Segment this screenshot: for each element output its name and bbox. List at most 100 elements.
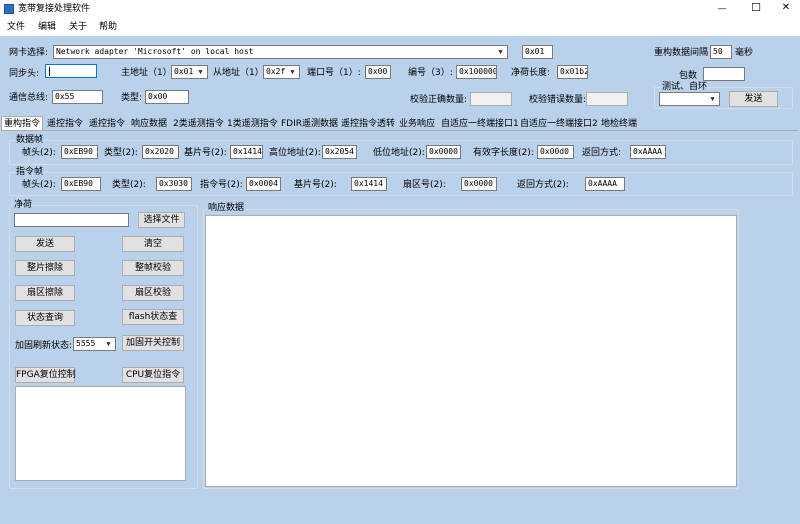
slave-addr-label: 从地址（1） bbox=[213, 68, 264, 78]
reinforce-select[interactable]: 5555 ▼ bbox=[73, 337, 116, 351]
payload-send-button[interactable]: 发送 bbox=[15, 236, 75, 252]
tab-reconstruct[interactable]: 重构指令 bbox=[1, 116, 44, 131]
code-field[interactable]: 0x100000 bbox=[456, 65, 497, 79]
type-field[interactable]: 0x00 bbox=[145, 90, 189, 104]
title-bar: 宽带复接处理软件 — ☐ ✕ bbox=[0, 0, 800, 18]
tab-remote-forward[interactable]: 遥控指令透转 bbox=[339, 117, 397, 131]
tab-remote-control-2[interactable]: 遥控指令 bbox=[87, 117, 127, 131]
flash-status-button[interactable]: flash状态查 bbox=[122, 309, 184, 325]
cf-chip-label: 基片号(2): bbox=[294, 180, 337, 190]
payload-file-field[interactable] bbox=[14, 213, 129, 227]
reinforce-switch-button[interactable]: 加固开关控制 bbox=[122, 335, 184, 351]
tab-class2-telemetry[interactable]: 2类遥测指令 bbox=[171, 117, 226, 131]
df-chip-label: 基片号(2): bbox=[184, 148, 227, 158]
cf-header-field[interactable]: 0xEB90 bbox=[61, 177, 101, 191]
df-return-field[interactable]: 0xAAAA bbox=[630, 145, 666, 159]
clear-button[interactable]: 清空 bbox=[122, 236, 184, 252]
cf-sector-label: 扇区号(2): bbox=[403, 180, 446, 190]
nic-hex-field[interactable]: 0x01 bbox=[522, 45, 553, 59]
minimize-icon[interactable]: — bbox=[712, 3, 732, 15]
cf-type-field[interactable]: 0x3030 bbox=[156, 177, 192, 191]
payload-title: 净荷 bbox=[13, 200, 34, 211]
cf-cmd-no-field[interactable]: 0x0004 bbox=[246, 177, 281, 191]
tab-service-response[interactable]: 业务响应 bbox=[397, 117, 437, 131]
df-type-label: 类型(2): bbox=[104, 148, 138, 158]
chevron-down-icon: ▼ bbox=[198, 68, 203, 76]
app-icon bbox=[4, 4, 14, 14]
port-label: 端口号（1）: bbox=[307, 68, 361, 78]
menu-edit[interactable]: 编辑 bbox=[38, 22, 56, 33]
menu-about[interactable]: 关于 bbox=[69, 22, 87, 33]
cf-header-label: 帧头(2): bbox=[22, 180, 56, 190]
cf-chip-field[interactable]: 0x1414 bbox=[351, 177, 387, 191]
payload-length-field[interactable]: 0x01b2 bbox=[557, 65, 588, 79]
ms-label: 毫秒 bbox=[735, 48, 754, 58]
tab-fdir-telemetry[interactable]: FDIR遥测数据 bbox=[279, 117, 340, 131]
cf-return-field[interactable]: 0xAAAA bbox=[585, 177, 625, 191]
response-title: 响应数据 bbox=[207, 203, 246, 214]
df-low-addr-label: 低位地址(2): bbox=[373, 148, 425, 158]
select-file-button[interactable]: 选择文件 bbox=[138, 212, 185, 228]
check-ok-label: 校验正确数量: bbox=[410, 95, 468, 105]
chevron-down-icon: ▼ bbox=[710, 95, 715, 103]
df-valid-len-label: 有效字长度(2): bbox=[473, 148, 534, 158]
frame-check-button[interactable]: 整帧校验 bbox=[122, 260, 184, 276]
tab-adaptive-terminal-2[interactable]: 自适应一终端接口2 bbox=[518, 117, 600, 131]
tab-ground-terminal[interactable]: 地检终端 bbox=[599, 117, 639, 131]
df-type-field[interactable]: 0x2020 bbox=[142, 145, 179, 159]
main-addr-select[interactable]: 0x01 ▼ bbox=[171, 65, 208, 79]
cf-cmd-no-label: 指令号(2): bbox=[200, 180, 243, 190]
sector-erase-button[interactable]: 扇区擦除 bbox=[15, 285, 75, 301]
port-field[interactable]: 0x00 bbox=[365, 65, 391, 79]
cmd-frame-title: 指令帧 bbox=[15, 167, 45, 178]
payload-log-area[interactable] bbox=[15, 386, 186, 481]
df-valid-len-field[interactable]: 0x00d0 bbox=[537, 145, 574, 159]
menu-bar: 文件 编辑 关于 帮助 bbox=[0, 18, 800, 36]
status-query-button[interactable]: 状态查询 bbox=[15, 310, 75, 326]
main-addr-label: 主地址（1） bbox=[121, 68, 172, 78]
df-header-field[interactable]: 0xEB90 bbox=[61, 145, 98, 159]
sector-check-button[interactable]: 扇区校验 bbox=[122, 285, 184, 301]
chip-erase-button[interactable]: 整片擦除 bbox=[15, 260, 75, 276]
sync-field[interactable] bbox=[45, 64, 97, 78]
nic-label: 网卡选择: bbox=[9, 48, 49, 58]
nic-select[interactable]: Network adapter 'Microsoft' on local hos… bbox=[53, 45, 508, 59]
chevron-down-icon: ▼ bbox=[290, 68, 295, 76]
text-cursor bbox=[49, 67, 50, 76]
tab-response-data[interactable]: 响应数据 bbox=[129, 117, 169, 131]
slave-addr-select[interactable]: 0x2f ▼ bbox=[263, 65, 300, 79]
response-data-area[interactable] bbox=[205, 215, 737, 487]
packet-count-field[interactable] bbox=[703, 67, 745, 81]
df-low-addr-field[interactable]: 0x0000 bbox=[426, 145, 461, 159]
tab-remote-control-1[interactable]: 遥控指令 bbox=[45, 117, 85, 131]
bus-field[interactable]: 0x55 bbox=[52, 90, 103, 104]
menu-file[interactable]: 文件 bbox=[7, 22, 25, 33]
fpga-reset-button[interactable]: FPGA复位控制 bbox=[15, 367, 76, 383]
chevron-down-icon: ▼ bbox=[498, 48, 503, 56]
test-mode-select[interactable]: ▼ bbox=[659, 92, 720, 106]
payload-length-label: 净荷长度: bbox=[511, 68, 551, 78]
cf-sector-field[interactable]: 0x0000 bbox=[461, 177, 497, 191]
bus-label: 通信总线: bbox=[9, 93, 49, 103]
check-err-field bbox=[586, 92, 628, 106]
tab-class1-telemetry[interactable]: 1类遥测指令 bbox=[225, 117, 280, 131]
df-high-addr-field[interactable]: 0x2054 bbox=[322, 145, 357, 159]
type-label: 类型: bbox=[121, 93, 143, 103]
code-label: 编号（3）: bbox=[408, 68, 453, 78]
tab-adaptive-terminal-1[interactable]: 自适应一终端接口1 bbox=[439, 117, 521, 131]
df-chip-field[interactable]: 0x1414 bbox=[230, 145, 263, 159]
reconstruct-interval-label: 重构数据间隔 bbox=[654, 48, 709, 58]
df-return-label: 返回方式: bbox=[582, 148, 622, 158]
cf-type-label: 类型(2): bbox=[112, 180, 146, 190]
cpu-reset-button[interactable]: CPU复位指令 bbox=[122, 367, 184, 383]
data-frame-title: 数据帧 bbox=[15, 135, 45, 146]
send-button[interactable]: 发送 bbox=[729, 91, 778, 107]
check-err-label: 校验错误数量: bbox=[529, 95, 587, 105]
reconstruct-interval-field[interactable]: 50 bbox=[710, 45, 732, 59]
menu-help[interactable]: 帮助 bbox=[99, 22, 117, 33]
reinforce-label: 加固刷新状态: bbox=[15, 341, 73, 351]
df-high-addr-label: 高位地址(2): bbox=[269, 148, 321, 158]
tab-bar: 重构指令 遥控指令 遥控指令 响应数据 2类遥测指令 1类遥测指令 FDIR遥测… bbox=[0, 116, 800, 131]
close-icon[interactable]: ✕ bbox=[776, 2, 796, 14]
maximize-icon[interactable]: ☐ bbox=[746, 2, 766, 14]
